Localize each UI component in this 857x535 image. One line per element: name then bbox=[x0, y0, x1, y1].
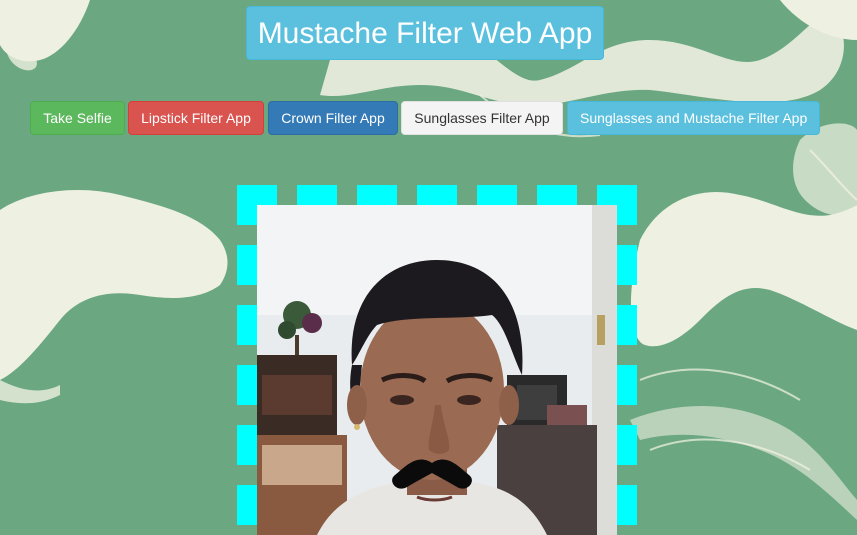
lipstick-filter-button[interactable]: Lipstick Filter App bbox=[128, 101, 264, 135]
camera-preview bbox=[257, 205, 617, 535]
sunglasses-filter-button[interactable]: Sunglasses Filter App bbox=[401, 101, 563, 135]
crown-filter-button[interactable]: Crown Filter App bbox=[268, 101, 398, 135]
take-selfie-button[interactable]: Take Selfie bbox=[30, 101, 125, 135]
sunglasses-mustache-filter-button[interactable]: Sunglasses and Mustache Filter App bbox=[567, 101, 820, 135]
page-title: Mustache Filter Web App bbox=[246, 6, 604, 60]
